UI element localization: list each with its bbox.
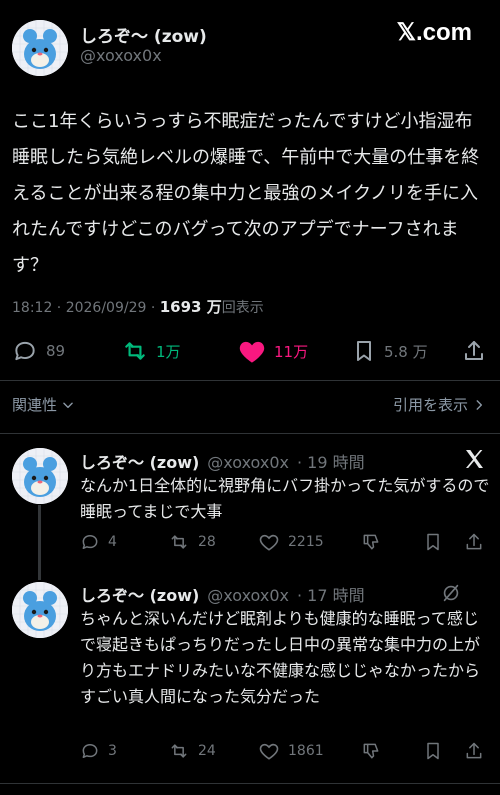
grok-icon[interactable] xyxy=(440,582,462,604)
heart-icon xyxy=(239,341,265,363)
tweet-text: ここ1年くらいうっすら不眠症だったんですけど小指湿布睡眠したら気絶レベルの爆睡で… xyxy=(12,111,480,276)
like-button[interactable]: 1861 xyxy=(258,741,324,761)
reply-avatar[interactable] xyxy=(12,582,68,638)
reply-button[interactable]: 89 xyxy=(12,338,65,364)
author-avatar[interactable] xyxy=(12,20,68,76)
share-button[interactable] xyxy=(462,338,486,364)
share-icon xyxy=(466,533,482,550)
view-quotes-label: 引用を表示 xyxy=(392,396,468,414)
retweet-icon xyxy=(125,342,145,360)
share-icon xyxy=(466,742,482,759)
reply-icon xyxy=(15,341,35,361)
reply-actions: 3 24 1861 xyxy=(0,741,500,765)
view-quotes-link[interactable]: 引用を表示 xyxy=(393,394,486,415)
x-logo: 𝕏.com xyxy=(396,19,472,46)
bookmark-button[interactable] xyxy=(423,741,443,761)
divider xyxy=(0,433,500,434)
retweet-count: 24 xyxy=(198,743,216,759)
reply-author-handle[interactable]: @xoxox0x xyxy=(207,453,289,472)
heart-outline-icon xyxy=(259,534,279,551)
sort-label: 関連性 xyxy=(12,396,58,414)
reply-avatar[interactable] xyxy=(12,448,68,504)
reply-author-name[interactable]: しろぞ〜 (zow) xyxy=(80,582,199,606)
reply-count: 4 xyxy=(108,534,117,550)
marill-avatar-icon xyxy=(12,20,68,76)
bookmark-icon xyxy=(427,533,439,551)
like-button[interactable]: 11万 xyxy=(238,338,308,364)
reply-timestamp[interactable]: · 17 時間 xyxy=(297,582,365,606)
reply-actions: 4 28 2215 xyxy=(0,532,500,556)
bookmark-icon xyxy=(427,742,439,760)
chevron-down-icon xyxy=(63,402,73,408)
thumbs-down-icon xyxy=(363,534,379,550)
view-count: 1693 万 xyxy=(159,298,222,316)
downvote-button[interactable] xyxy=(360,532,382,552)
reply-author-name[interactable]: しろぞ〜 (zow) xyxy=(80,449,199,473)
reply-header: しろぞ〜 (zow) @xoxox0x · 17 時間 xyxy=(80,582,365,606)
reply-count: 3 xyxy=(108,743,117,759)
reply-button[interactable]: 4 xyxy=(80,532,117,552)
like-count: 11万 xyxy=(274,342,309,361)
divider xyxy=(0,783,500,784)
retweet-button[interactable]: 24 xyxy=(168,741,216,761)
thumbs-down-icon xyxy=(363,743,379,759)
author-handle[interactable]: @xoxox0x xyxy=(80,46,162,65)
share-button[interactable] xyxy=(464,741,484,761)
reply-button[interactable]: 3 xyxy=(80,741,117,761)
x-logo-icon xyxy=(466,450,483,468)
retweet-icon xyxy=(171,744,187,758)
like-count: 1861 xyxy=(288,743,324,759)
share-icon xyxy=(465,341,483,360)
bookmark-button[interactable] xyxy=(423,532,443,552)
like-count: 2215 xyxy=(288,534,324,550)
retweet-count: 1万 xyxy=(156,342,181,361)
reply-author-handle[interactable]: @xoxox0x xyxy=(207,586,289,605)
author-name[interactable]: しろぞ〜 (zow) xyxy=(80,22,207,47)
bookmark-count: 5.8 万 xyxy=(384,342,428,361)
reply-timestamp[interactable]: · 19 時間 xyxy=(297,449,365,473)
bookmark-icon xyxy=(357,341,371,361)
tweet-actions: 89 1万 11万 5.8 万 xyxy=(0,336,500,366)
reply-text: ちゃんと深いんだけど眠剤よりも健康的な睡眠って感じで寝起きもぱっちりだったし日中… xyxy=(80,609,481,706)
reply-icon xyxy=(82,535,98,549)
sort-relevance-dropdown[interactable]: 関連性 xyxy=(12,394,75,415)
views-label: 回表示 xyxy=(221,300,264,316)
tweet-timestamp[interactable]: 18:12 · 2026/09/29 · xyxy=(12,300,160,316)
retweet-icon xyxy=(171,535,187,549)
reply-count: 89 xyxy=(46,342,66,360)
bookmark-button[interactable]: 5.8 万 xyxy=(352,338,428,364)
chevron-right-icon xyxy=(476,399,483,410)
reply-text: なんか1日全体的に視野角にバフ掛かってた気がするので睡眠ってまじで大事 xyxy=(80,476,490,521)
like-button[interactable]: 2215 xyxy=(258,532,324,552)
divider xyxy=(0,380,500,381)
share-button[interactable] xyxy=(464,532,484,552)
tweet-meta: 18:12 · 2026/09/29 · 1693 万回表示 xyxy=(12,296,264,317)
reply-header: しろぞ〜 (zow) @xoxox0x · 19 時間 xyxy=(80,449,365,473)
retweet-button[interactable]: 28 xyxy=(168,532,216,552)
retweet-count: 28 xyxy=(198,534,216,550)
marill-avatar-icon xyxy=(12,448,68,504)
heart-outline-icon xyxy=(259,743,279,760)
marill-avatar-icon xyxy=(12,582,68,638)
reply-icon xyxy=(82,744,98,758)
retweet-button[interactable]: 1万 xyxy=(122,338,181,364)
downvote-button[interactable] xyxy=(360,741,382,761)
